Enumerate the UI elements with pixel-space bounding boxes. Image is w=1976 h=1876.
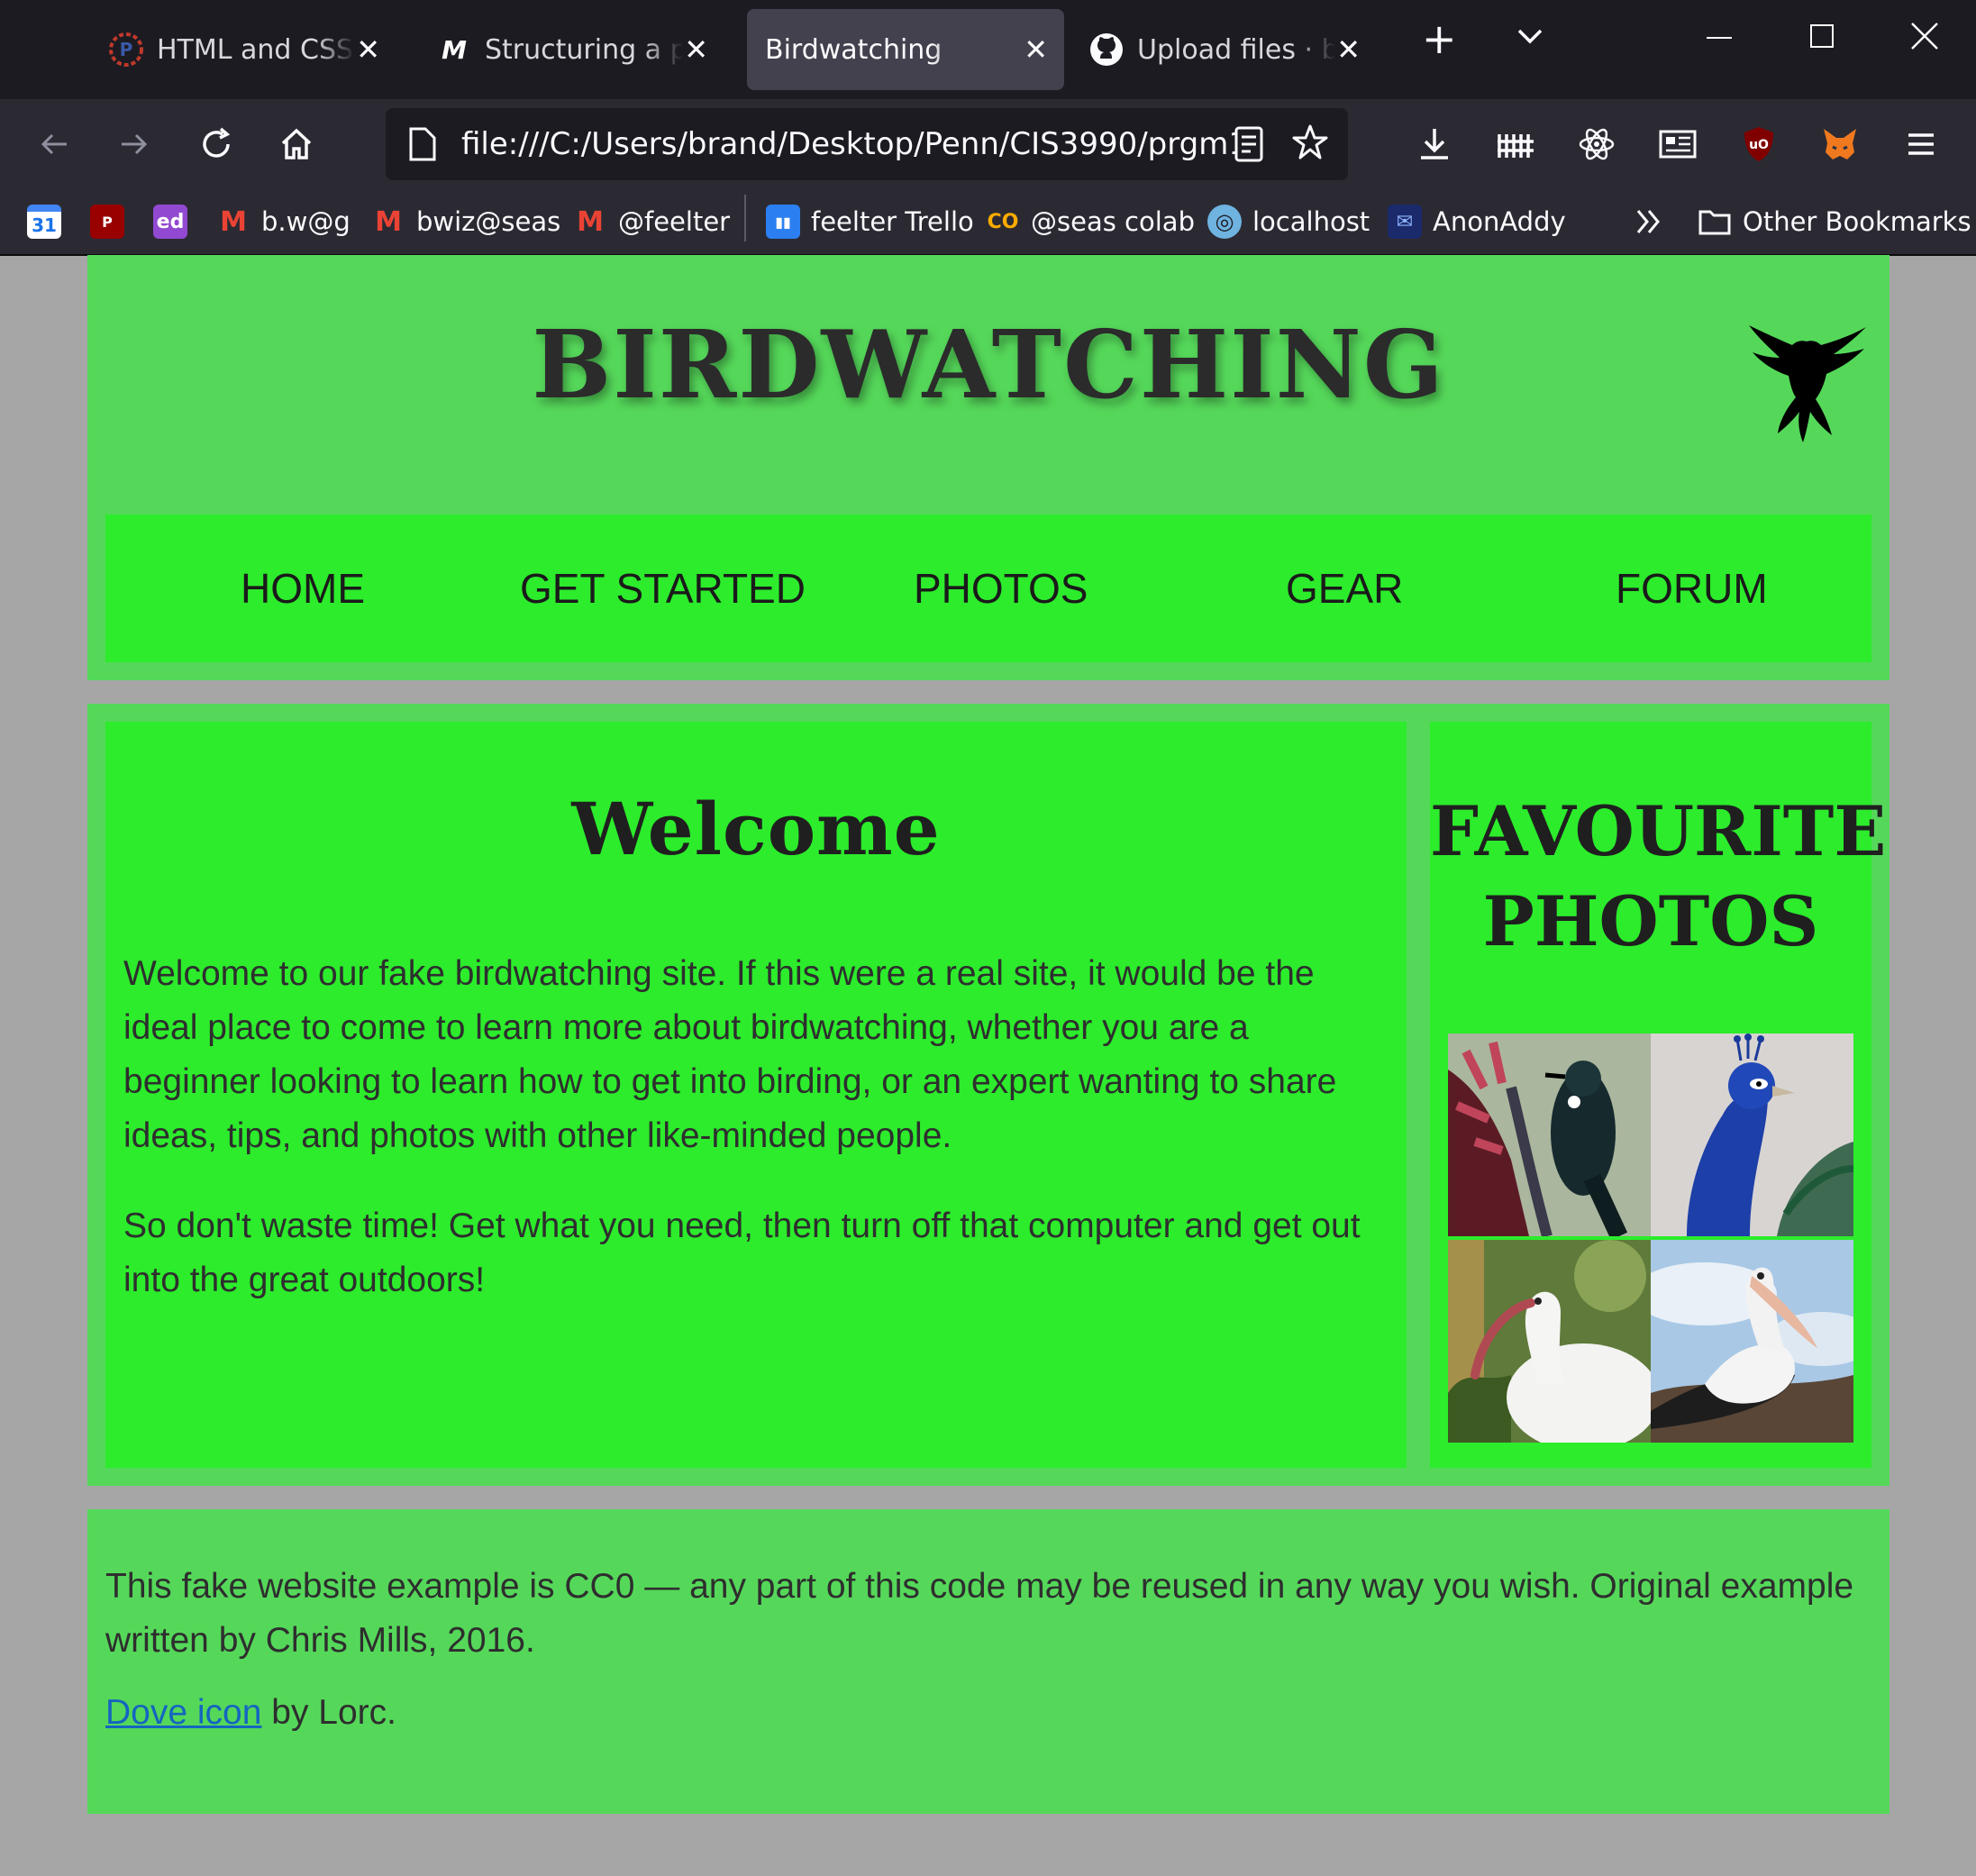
google-calendar-icon: 31	[27, 205, 61, 239]
library-icon[interactable]	[1490, 119, 1541, 169]
reload-icon[interactable]	[191, 119, 241, 169]
svg-text:P: P	[120, 39, 133, 60]
mdn-icon: M	[442, 34, 467, 65]
nav-forum[interactable]: FORUM	[1616, 515, 1768, 662]
page-icon	[407, 126, 438, 166]
nav-get-started[interactable]: GET STARTED	[520, 515, 806, 662]
url-text: file:///C:/Users/brand/Desktop/Penn/CIS3…	[461, 126, 1236, 162]
anonaddy-icon: ✉	[1388, 205, 1422, 239]
svg-text:uO: uO	[1749, 138, 1769, 152]
nav-gear[interactable]: GEAR	[1286, 515, 1403, 662]
dove-icon	[1749, 325, 1866, 442]
menu-icon[interactable]	[1896, 119, 1946, 169]
welcome-paragraph-1: Welcome to our fake birdwatching site. I…	[123, 954, 1337, 1155]
ibis-photo[interactable]	[1448, 1240, 1651, 1443]
bookmark-localhost[interactable]: ◎ localhost	[1207, 202, 1370, 241]
github-icon	[1088, 32, 1125, 68]
bookmark-label: @feelter	[618, 206, 731, 237]
nav-photos[interactable]: PHOTOS	[914, 515, 1088, 662]
gmail-icon: M	[375, 205, 402, 238]
bookmark-gmail-seas[interactable]: M bwiz@seas	[371, 202, 560, 241]
reader-list-icon[interactable]	[1653, 119, 1703, 169]
list-all-tabs-icon[interactable]	[1514, 20, 1546, 60]
welcome-heading: Welcome	[571, 787, 941, 871]
download-icon[interactable]	[1409, 119, 1460, 169]
welcome-article: Welcome Welcome to our fake birdwatching…	[105, 722, 1407, 1468]
bookmark-penn[interactable]: P	[90, 202, 135, 241]
footer-license-text: This fake website example is CC0 — any p…	[105, 1567, 1854, 1660]
other-bookmarks[interactable]: Other Bookmarks	[1698, 202, 1971, 241]
navigation-toolbar: file:///C:/Users/brand/Desktop/Penn/CIS3…	[0, 99, 1976, 189]
tab-birdwatching[interactable]: Birdwatching ✕	[747, 9, 1064, 90]
gmail-icon: M	[577, 205, 604, 238]
tab-structuring[interactable]: M Structuring a pag ✕	[436, 9, 724, 90]
close-tab-icon[interactable]: ✕	[1336, 32, 1361, 67]
close-tab-icon[interactable]: ✕	[356, 32, 380, 67]
pelican-photo[interactable]	[1651, 1240, 1853, 1443]
tab-strip: P HTML and CSS B ✕ M Structuring a pag ✕…	[0, 0, 1976, 99]
welcome-paragraph-2: So don't waste time! Get what you need, …	[123, 1207, 1361, 1299]
main-nav: HOME GET STARTED PHOTOS GEAR FORUM	[105, 515, 1871, 662]
compass-icon: ◎	[1207, 205, 1242, 239]
penn-icon: P	[108, 32, 144, 68]
penn-icon: P	[90, 205, 124, 239]
tab-html-css[interactable]: P HTML and CSS B ✕	[108, 9, 396, 90]
tab-label: Structuring a pag	[485, 33, 683, 66]
bookmark-gmail-feelter[interactable]: M @feelter	[573, 202, 730, 241]
nav-home[interactable]: HOME	[241, 515, 365, 662]
bookmark-label: feelter Trello	[811, 206, 974, 237]
site-header: BIRDWATCHING HOME GET STARTED PHOTOS GEA…	[87, 255, 1889, 680]
bookmark-label: b.w@g	[261, 206, 351, 237]
credit-suffix: by Lorc.	[261, 1693, 397, 1732]
trello-icon: ▮▮	[766, 205, 800, 239]
reader-view-icon[interactable]	[1231, 124, 1267, 168]
back-icon[interactable]	[29, 119, 79, 169]
bookmark-star-icon[interactable]	[1290, 123, 1330, 166]
bookmark-anonaddy[interactable]: ✉ AnonAddy	[1388, 202, 1566, 241]
gmail-icon: M	[220, 205, 247, 238]
tui-photo[interactable]	[1448, 1034, 1651, 1236]
bookmark-label: localhost	[1252, 206, 1370, 237]
dove-icon-link[interactable]: Dove icon	[105, 1693, 261, 1732]
favourite-photos-aside: FAVOURITE PHOTOS	[1430, 722, 1887, 1468]
bookmark-trello[interactable]: ▮▮ feelter Trello	[766, 202, 974, 241]
bookmark-label: @seas colab	[1031, 206, 1195, 237]
site-footer: This fake website example is CC0 — any p…	[87, 1509, 1889, 1814]
peacock-photo[interactable]	[1651, 1034, 1853, 1236]
close-tab-icon[interactable]: ✕	[684, 32, 708, 67]
react-devtools-icon[interactable]	[1571, 119, 1622, 169]
ublock-icon[interactable]: uO	[1734, 119, 1784, 169]
folder-icon	[1698, 206, 1732, 237]
window-close-icon[interactable]	[1908, 20, 1941, 60]
main-content: Welcome Welcome to our fake birdwatching…	[87, 704, 1889, 1486]
favourites-heading: FAVOURITE PHOTOS	[1430, 791, 1887, 961]
home-icon[interactable]	[271, 119, 322, 169]
other-bookmarks-label: Other Bookmarks	[1743, 206, 1971, 237]
bookmark-label: bwiz@seas	[416, 206, 561, 237]
tab-label: Upload files · bra	[1137, 33, 1335, 66]
metamask-icon[interactable]	[1815, 119, 1865, 169]
colab-icon: CO	[987, 210, 1019, 233]
tab-upload-files[interactable]: Upload files · bra ✕	[1088, 9, 1377, 90]
ed-icon: ed	[153, 205, 187, 239]
minimize-icon[interactable]	[1705, 20, 1734, 60]
bookmarks-overflow-icon[interactable]	[1633, 202, 1665, 241]
footer-credit: Dove icon by Lorc.	[105, 1686, 1871, 1740]
site-title: BIRDWATCHING	[532, 309, 1445, 420]
tab-label: Birdwatching	[765, 33, 942, 66]
forward-icon[interactable]	[109, 119, 159, 169]
bookmark-gmail-bwg[interactable]: M b.w@g	[216, 202, 351, 241]
bookmark-separator	[744, 195, 746, 241]
bookmark-label: AnonAddy	[1433, 206, 1566, 237]
bookmark-ed[interactable]: ed	[153, 202, 198, 241]
new-tab-icon[interactable]: +	[1422, 14, 1457, 63]
bookmark-calendar[interactable]: 31	[27, 202, 72, 241]
maximize-icon[interactable]	[1808, 20, 1836, 60]
bookmark-colab[interactable]: CO @seas colab	[986, 202, 1195, 241]
address-bar[interactable]: file:///C:/Users/brand/Desktop/Penn/CIS3…	[386, 108, 1348, 180]
tab-label: HTML and CSS B	[157, 33, 355, 66]
close-tab-icon[interactable]: ✕	[1024, 32, 1048, 67]
